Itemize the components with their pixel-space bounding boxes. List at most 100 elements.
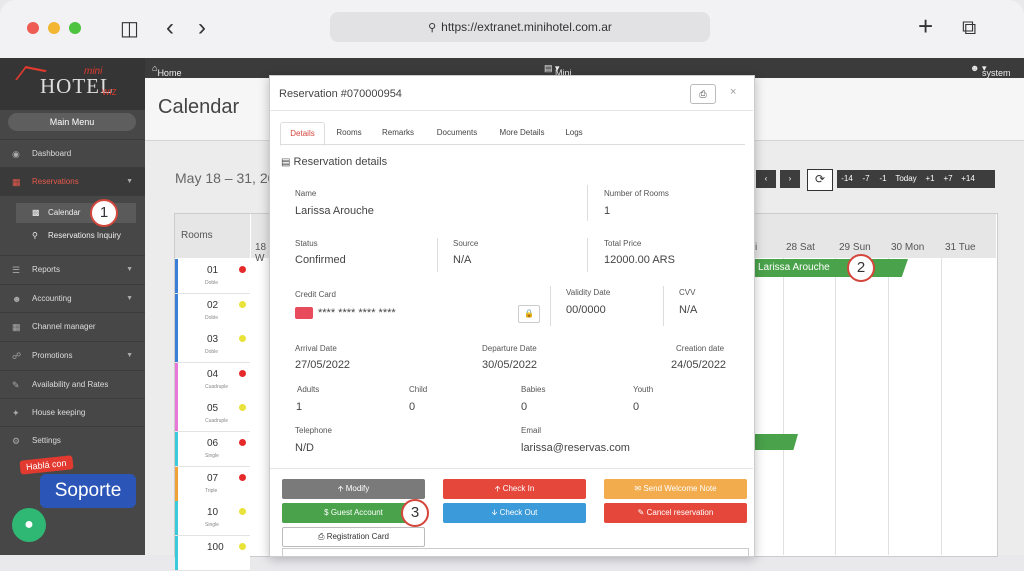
- sidebar-item-reports[interactable]: ☰ Reports ▼: [0, 255, 145, 284]
- back-icon[interactable]: ‹: [166, 16, 174, 40]
- tab-more-details[interactable]: More Details: [494, 122, 550, 144]
- main-menu-button[interactable]: Main Menu: [8, 113, 136, 131]
- day-nav-button[interactable]: +1: [921, 170, 939, 188]
- list-icon: ☰: [12, 265, 21, 275]
- home-link[interactable]: ⌂ Home: [152, 63, 181, 78]
- name-value: Larissa Arouche: [295, 205, 374, 217]
- arrival-label: Arrival Date: [295, 344, 337, 353]
- grid-line: [783, 258, 784, 555]
- child-value: 0: [409, 401, 416, 413]
- check-in-button[interactable]: 🡩 Check In: [443, 479, 586, 499]
- sidebar-item-reservations[interactable]: ▦ Reservations ▼: [0, 167, 145, 196]
- cancel-reservation-button[interactable]: ✎ Cancel reservation: [604, 503, 747, 523]
- room-row[interactable]: 100: [175, 535, 250, 571]
- check-out-button[interactable]: 🡫 Check Out: [443, 503, 586, 523]
- room-type: Doble: [205, 314, 219, 321]
- rooms-count-label: Number of Rooms: [604, 189, 669, 198]
- user-menu[interactable]: ☻ system ▾: [970, 63, 1011, 78]
- day-nav-button[interactable]: Today: [891, 170, 921, 188]
- sidebar-item-settings[interactable]: ⚙ Settings: [0, 426, 145, 455]
- sidebar-item-reservations-inquiry[interactable]: ⚲ Reservations Inquiry: [16, 226, 136, 246]
- day-nav-button[interactable]: -14: [837, 170, 857, 188]
- dollar-icon: $: [324, 508, 329, 517]
- departure-label: Departure Date: [482, 344, 537, 353]
- prev-button[interactable]: ‹: [756, 170, 776, 188]
- sidebar-item-accounting[interactable]: ☻ Accounting ▼: [0, 284, 145, 313]
- room-row[interactable]: 06 Single: [175, 432, 250, 467]
- validity-value: 00/0000: [566, 304, 606, 316]
- booking-bar[interactable]: [752, 434, 798, 450]
- gear-icon: ⚙: [12, 436, 21, 446]
- room-row[interactable]: 05 Cuadruple: [175, 397, 250, 433]
- divider: [270, 110, 753, 111]
- tab-documents[interactable]: Documents: [430, 122, 484, 144]
- room-row[interactable]: 10 Single: [175, 501, 250, 537]
- sidebar-toggle-icon[interactable]: ◫: [120, 19, 139, 39]
- room-status-dot: [239, 266, 246, 273]
- day-nav-button[interactable]: -7: [857, 170, 875, 188]
- room-row[interactable]: 02 Doble: [175, 293, 250, 329]
- day-nav-button[interactable]: +7: [939, 170, 957, 188]
- grid-line: [888, 258, 889, 555]
- room-status-dot: [239, 335, 246, 343]
- arrival-value: 27/05/2022: [295, 359, 351, 371]
- email-label: Email: [521, 426, 542, 435]
- new-tab-icon[interactable]: +: [918, 13, 933, 39]
- sidebar-item-channel-manager[interactable]: ▦ Channel manager: [0, 312, 145, 341]
- day-header: 30 Mon: [891, 242, 925, 253]
- room-row[interactable]: 03 Doble: [175, 328, 250, 364]
- sidebar-item-availability-rates[interactable]: ✎ Availability and Rates: [0, 370, 145, 399]
- date-range: May 18 – 31, 202: [175, 170, 284, 186]
- room-row[interactable]: 04 Cuadruple: [175, 362, 250, 398]
- sidebar-item-dashboard[interactable]: ◉ Dashboard: [0, 139, 145, 168]
- room-number: 07: [207, 472, 219, 484]
- room-number: 10: [207, 507, 219, 519]
- lock-icon[interactable]: 🔒: [518, 305, 540, 323]
- cvv-label: CVV: [679, 288, 696, 297]
- arrow-down-icon: 🡫: [491, 508, 498, 517]
- minimize-window-icon[interactable]: [48, 22, 60, 34]
- room-row[interactable]: 07 Triple: [175, 466, 250, 502]
- sidebar-item-promotions[interactable]: ☍ Promotions ▼: [0, 341, 145, 370]
- sidebar-item-calendar[interactable]: ▩ Calendar: [16, 203, 136, 223]
- room-number: 03: [207, 334, 219, 346]
- tab-logs[interactable]: Logs: [560, 122, 588, 144]
- chat-icon[interactable]: ●: [12, 508, 46, 542]
- arrow-up-icon: 🡩: [337, 484, 344, 493]
- tab-remarks[interactable]: Remarks: [376, 122, 420, 144]
- address-bar[interactable]: ⚲ https://extranet.minihotel.com.ar: [330, 12, 710, 42]
- room-status-dot: [239, 300, 246, 308]
- close-window-icon[interactable]: [27, 22, 39, 34]
- room-color-bar: [175, 397, 178, 432]
- refresh-icon[interactable]: ⟳: [807, 169, 833, 191]
- support-banner[interactable]: Soporte: [40, 474, 136, 508]
- print-icon[interactable]: ⎙: [690, 84, 716, 104]
- step-badge: 1: [90, 199, 118, 227]
- registration-card-button[interactable]: ⎙ Registration Card: [282, 527, 425, 547]
- welcome-note-button[interactable]: ✉ Send Welcome Note: [604, 479, 747, 499]
- room-type: Cuadruple: [205, 418, 229, 425]
- room-row[interactable]: 01 Doble: [175, 259, 250, 294]
- envelope-icon: ✉: [634, 484, 642, 493]
- card-label: Credit Card: [295, 290, 336, 299]
- tab-rooms[interactable]: Rooms: [330, 122, 368, 144]
- status-label: Status: [295, 239, 318, 248]
- room-number: 01: [207, 265, 219, 276]
- creation-value: 24/05/2022: [671, 359, 727, 371]
- next-button[interactable]: ›: [780, 170, 800, 188]
- modify-button[interactable]: 🡩 Modify: [282, 479, 425, 499]
- room-number: 100: [207, 541, 224, 553]
- caret-down-icon: ▼: [126, 295, 133, 302]
- maximize-window-icon[interactable]: [69, 22, 81, 34]
- hotel-selector[interactable]: ▤ Mini Hotel Demo ▾: [544, 63, 579, 98]
- sidebar-item-house-keeping[interactable]: ✦ House keeping: [0, 398, 145, 427]
- day-nav-button[interactable]: -1: [875, 170, 891, 188]
- close-icon[interactable]: ×: [730, 86, 736, 98]
- booking-bar[interactable]: Larissa Arouche: [752, 259, 908, 277]
- adults-value: 1: [296, 401, 303, 413]
- room-type: Triple: [205, 487, 218, 494]
- tab-details[interactable]: Details: [280, 122, 325, 146]
- forward-icon[interactable]: ›: [198, 16, 206, 40]
- tabs-overview-icon[interactable]: ⧉: [962, 18, 976, 38]
- day-nav-button[interactable]: +14: [957, 170, 979, 188]
